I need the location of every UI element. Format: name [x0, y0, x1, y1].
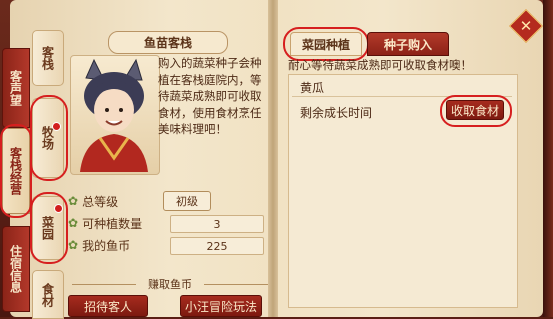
right-decoration: [543, 0, 553, 317]
stat-row-coins: ✿ 我的鱼币 225: [68, 235, 268, 255]
page-title: 鱼苗客栈: [108, 31, 228, 54]
tab-seed-purchase[interactable]: 种子购入: [367, 32, 449, 56]
outer-tab-reputation[interactable]: 客声望: [2, 48, 30, 128]
close-icon[interactable]: ✕: [514, 14, 538, 38]
flower-icon: ✿: [68, 216, 79, 230]
highlight-ring-outer-tab: [0, 124, 32, 218]
plant-count-value: 3: [170, 215, 264, 233]
highlight-ring-tab: [283, 27, 369, 61]
highlight-ring-garden: [30, 192, 68, 264]
outer-tab-lodging-info[interactable]: 住宿信息: [2, 226, 30, 312]
character-portrait: [80, 58, 148, 172]
serve-guests-button[interactable]: 招待客人: [68, 295, 148, 317]
flower-icon: ✿: [68, 194, 79, 208]
stat-row-plant-count: ✿ 可种植数量 3: [68, 213, 268, 233]
coins-value: 225: [170, 237, 264, 255]
inner-tab-ingredients[interactable]: 食材: [32, 270, 64, 319]
highlight-ring-harvest: [440, 95, 512, 127]
level-value: 初级: [163, 191, 211, 211]
inn-description: 购入的蔬菜种子会种植在客栈庭院内，等待蔬菜成熟即可收取食材，使用食材烹任美味料理…: [158, 56, 262, 136]
flower-icon: ✿: [68, 238, 79, 252]
planting-hint: 耐心等待蔬菜成熟即可收取食材噢！: [288, 58, 472, 72]
adventure-button[interactable]: 小汪冒险玩法: [180, 295, 262, 317]
divider: [204, 284, 268, 285]
highlight-ring-ranch: [30, 95, 68, 181]
remaining-time-label: 剩余成长时间: [300, 106, 373, 120]
crop-name: 黄瓜: [300, 81, 325, 95]
book-spine: [268, 0, 278, 317]
inner-tab-inn[interactable]: 客栈: [32, 30, 64, 86]
